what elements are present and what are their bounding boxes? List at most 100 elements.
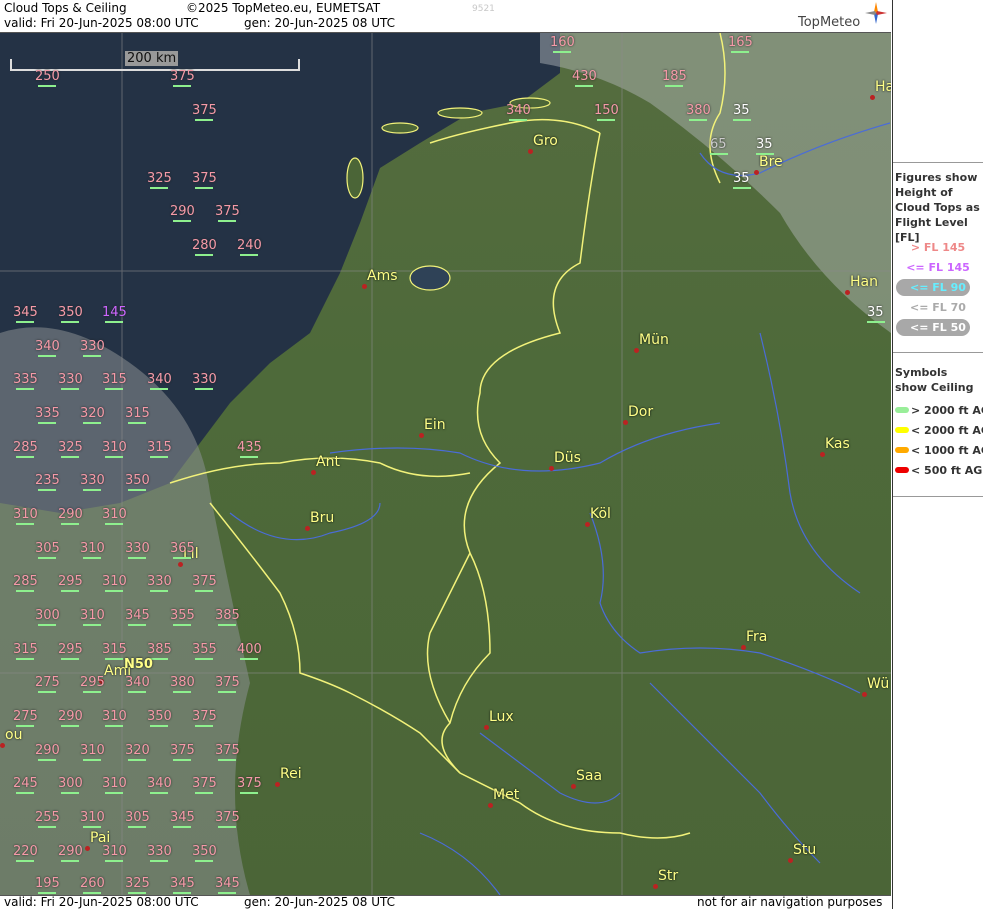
cloud-top-fl-label: 290 <box>35 743 60 761</box>
city-marker <box>419 433 424 438</box>
city-marker <box>571 784 576 789</box>
cloud-top-fl-label: 160 <box>550 35 575 53</box>
product-code: 9521 <box>472 4 495 14</box>
cloud-top-fl-label: 310 <box>80 541 105 559</box>
legend-divider <box>893 352 983 353</box>
cloud-top-fl-label: 310 <box>102 440 127 458</box>
city-marker <box>178 562 183 567</box>
cloud-top-fl-label: 295 <box>58 574 83 592</box>
header-bar: Cloud Tops & Ceiling ©2025 TopMeteo.eu, … <box>0 0 891 33</box>
cloud-top-fl-label: 280 <box>192 238 217 256</box>
scale-label: 200 km <box>125 51 179 66</box>
legend-fl-145: <= FL 145 <box>906 261 970 274</box>
cloud-top-fl-label: 340 <box>147 776 172 794</box>
footer-generation-time: gen: 20-Jun-2025 08 UTC <box>244 895 396 909</box>
cloud-top-fl-label: 375 <box>192 776 217 794</box>
cloud-top-fl-label: 330 <box>147 574 172 592</box>
cloud-top-fl-label: 375 <box>215 675 240 693</box>
cloud-top-fl-label: 375 <box>215 743 240 761</box>
city-label: Ein <box>424 417 446 433</box>
cloud-top-fl-label: 430 <box>572 69 597 87</box>
cloud-top-fl-label: 345 <box>215 876 240 894</box>
cloud-top-fl-label: 290 <box>58 709 83 727</box>
cloud-top-fl-label: 340 <box>506 103 531 121</box>
legend-fl-90: <= FL 90 <box>910 281 966 294</box>
cloud-top-fl-label: 185 <box>662 69 687 87</box>
cloud-top-fl-label: 310 <box>102 574 127 592</box>
compass-logo-icon <box>865 2 887 24</box>
city-label: Bru <box>310 510 335 526</box>
cloud-top-fl-label: 340 <box>125 675 150 693</box>
city-label: Ant <box>316 454 340 470</box>
city-marker <box>870 95 875 100</box>
city-label: Fra <box>746 629 768 645</box>
city-label: Mün <box>639 332 669 348</box>
cloud-top-fl-label: 150 <box>594 103 619 121</box>
cloud-top-fl-label: 320 <box>125 743 150 761</box>
cloud-top-fl-label: 35 <box>733 103 751 121</box>
city-label: Han <box>850 274 878 290</box>
cloud-top-fl-label: 35 <box>756 137 774 155</box>
city-marker <box>528 149 533 154</box>
cloud-top-fl-label: 375 <box>192 171 217 189</box>
ceiling-symbol-2000 <box>895 427 909 433</box>
city-label: Rei <box>280 766 302 782</box>
cloud-top-fl-label: 350 <box>192 844 217 862</box>
cloud-top-fl-label: 195 <box>35 876 60 894</box>
city-marker <box>862 692 867 697</box>
cloud-top-fl-label: 285 <box>13 574 38 592</box>
legend-panel: Figures show Height of Cloud Tops as Fli… <box>892 0 983 909</box>
footer-valid-time: valid: Fri 20-Jun-2025 08:00 UTC <box>4 895 199 909</box>
cloud-top-fl-label: 380 <box>686 103 711 121</box>
cloud-top-fl-label: 315 <box>147 440 172 458</box>
cloud-top-fl-label: 330 <box>147 844 172 862</box>
city-marker <box>820 452 825 457</box>
cloud-top-fl-label: 340 <box>35 339 60 357</box>
ceiling-symbol-1000 <box>895 447 909 453</box>
city-label: Str <box>658 868 679 884</box>
cloud-top-fl-label: 220 <box>13 844 38 862</box>
cloud-top-fl-label: 310 <box>80 608 105 626</box>
cloud-top-fl-label: 375 <box>192 103 217 121</box>
city-marker <box>85 846 90 851</box>
cloud-top-fl-label: 310 <box>102 709 127 727</box>
cloud-top-fl-label: 295 <box>58 642 83 660</box>
cloud-top-fl-label: 375 <box>237 776 262 794</box>
cloud-top-fl-label: 245 <box>13 776 38 794</box>
ceiling-label-2000-plus: > 2000 ft AGL <box>911 404 983 417</box>
cloud-top-fl-label: 320 <box>80 406 105 424</box>
city-label: Stu <box>793 842 817 858</box>
generation-time: gen: 20-Jun-2025 08 UTC <box>244 16 396 30</box>
cloud-top-fl-label: 255 <box>35 810 60 828</box>
city-marker <box>623 420 628 425</box>
cloud-top-fl-label: 330 <box>192 372 217 390</box>
cloud-top-fl-label: 235 <box>35 473 60 491</box>
city-marker <box>741 645 746 650</box>
cloud-top-fl-label: 330 <box>80 473 105 491</box>
city-label: Wü <box>867 676 890 692</box>
cloud-top-fl-label: 310 <box>102 776 127 794</box>
ceiling-symbol-500 <box>895 467 909 473</box>
cloud-top-fl-label: 310 <box>80 810 105 828</box>
city-marker <box>788 858 793 863</box>
cloud-top-fl-label: 340 <box>147 372 172 390</box>
city-marker <box>484 725 489 730</box>
cloud-top-fl-label: 385 <box>215 608 240 626</box>
cloud-top-fl-label: 310 <box>13 507 38 525</box>
cloud-top-fl-label: 330 <box>80 339 105 357</box>
city-marker <box>653 884 658 889</box>
cloud-top-fl-label: 355 <box>192 642 217 660</box>
cloud-top-fl-label: 335 <box>35 406 60 424</box>
city-label: Ams <box>367 268 398 284</box>
city-label: Bre <box>759 154 783 170</box>
city-label: Köl <box>590 506 611 522</box>
ceiling-label-500: < 500 ft AGL <box>911 464 983 477</box>
cloud-top-fl-label: 375 <box>215 204 240 222</box>
cloud-top-fl-label: 260 <box>80 876 105 894</box>
legend-fl-70: <= FL 70 <box>910 301 966 314</box>
cloud-top-fl-label: 375 <box>215 810 240 828</box>
city-marker <box>754 170 759 175</box>
cloud-top-fl-label: 65 <box>710 137 728 155</box>
latitude-label: N50 <box>124 657 153 672</box>
cloud-top-fl-label: 375 <box>170 743 195 761</box>
